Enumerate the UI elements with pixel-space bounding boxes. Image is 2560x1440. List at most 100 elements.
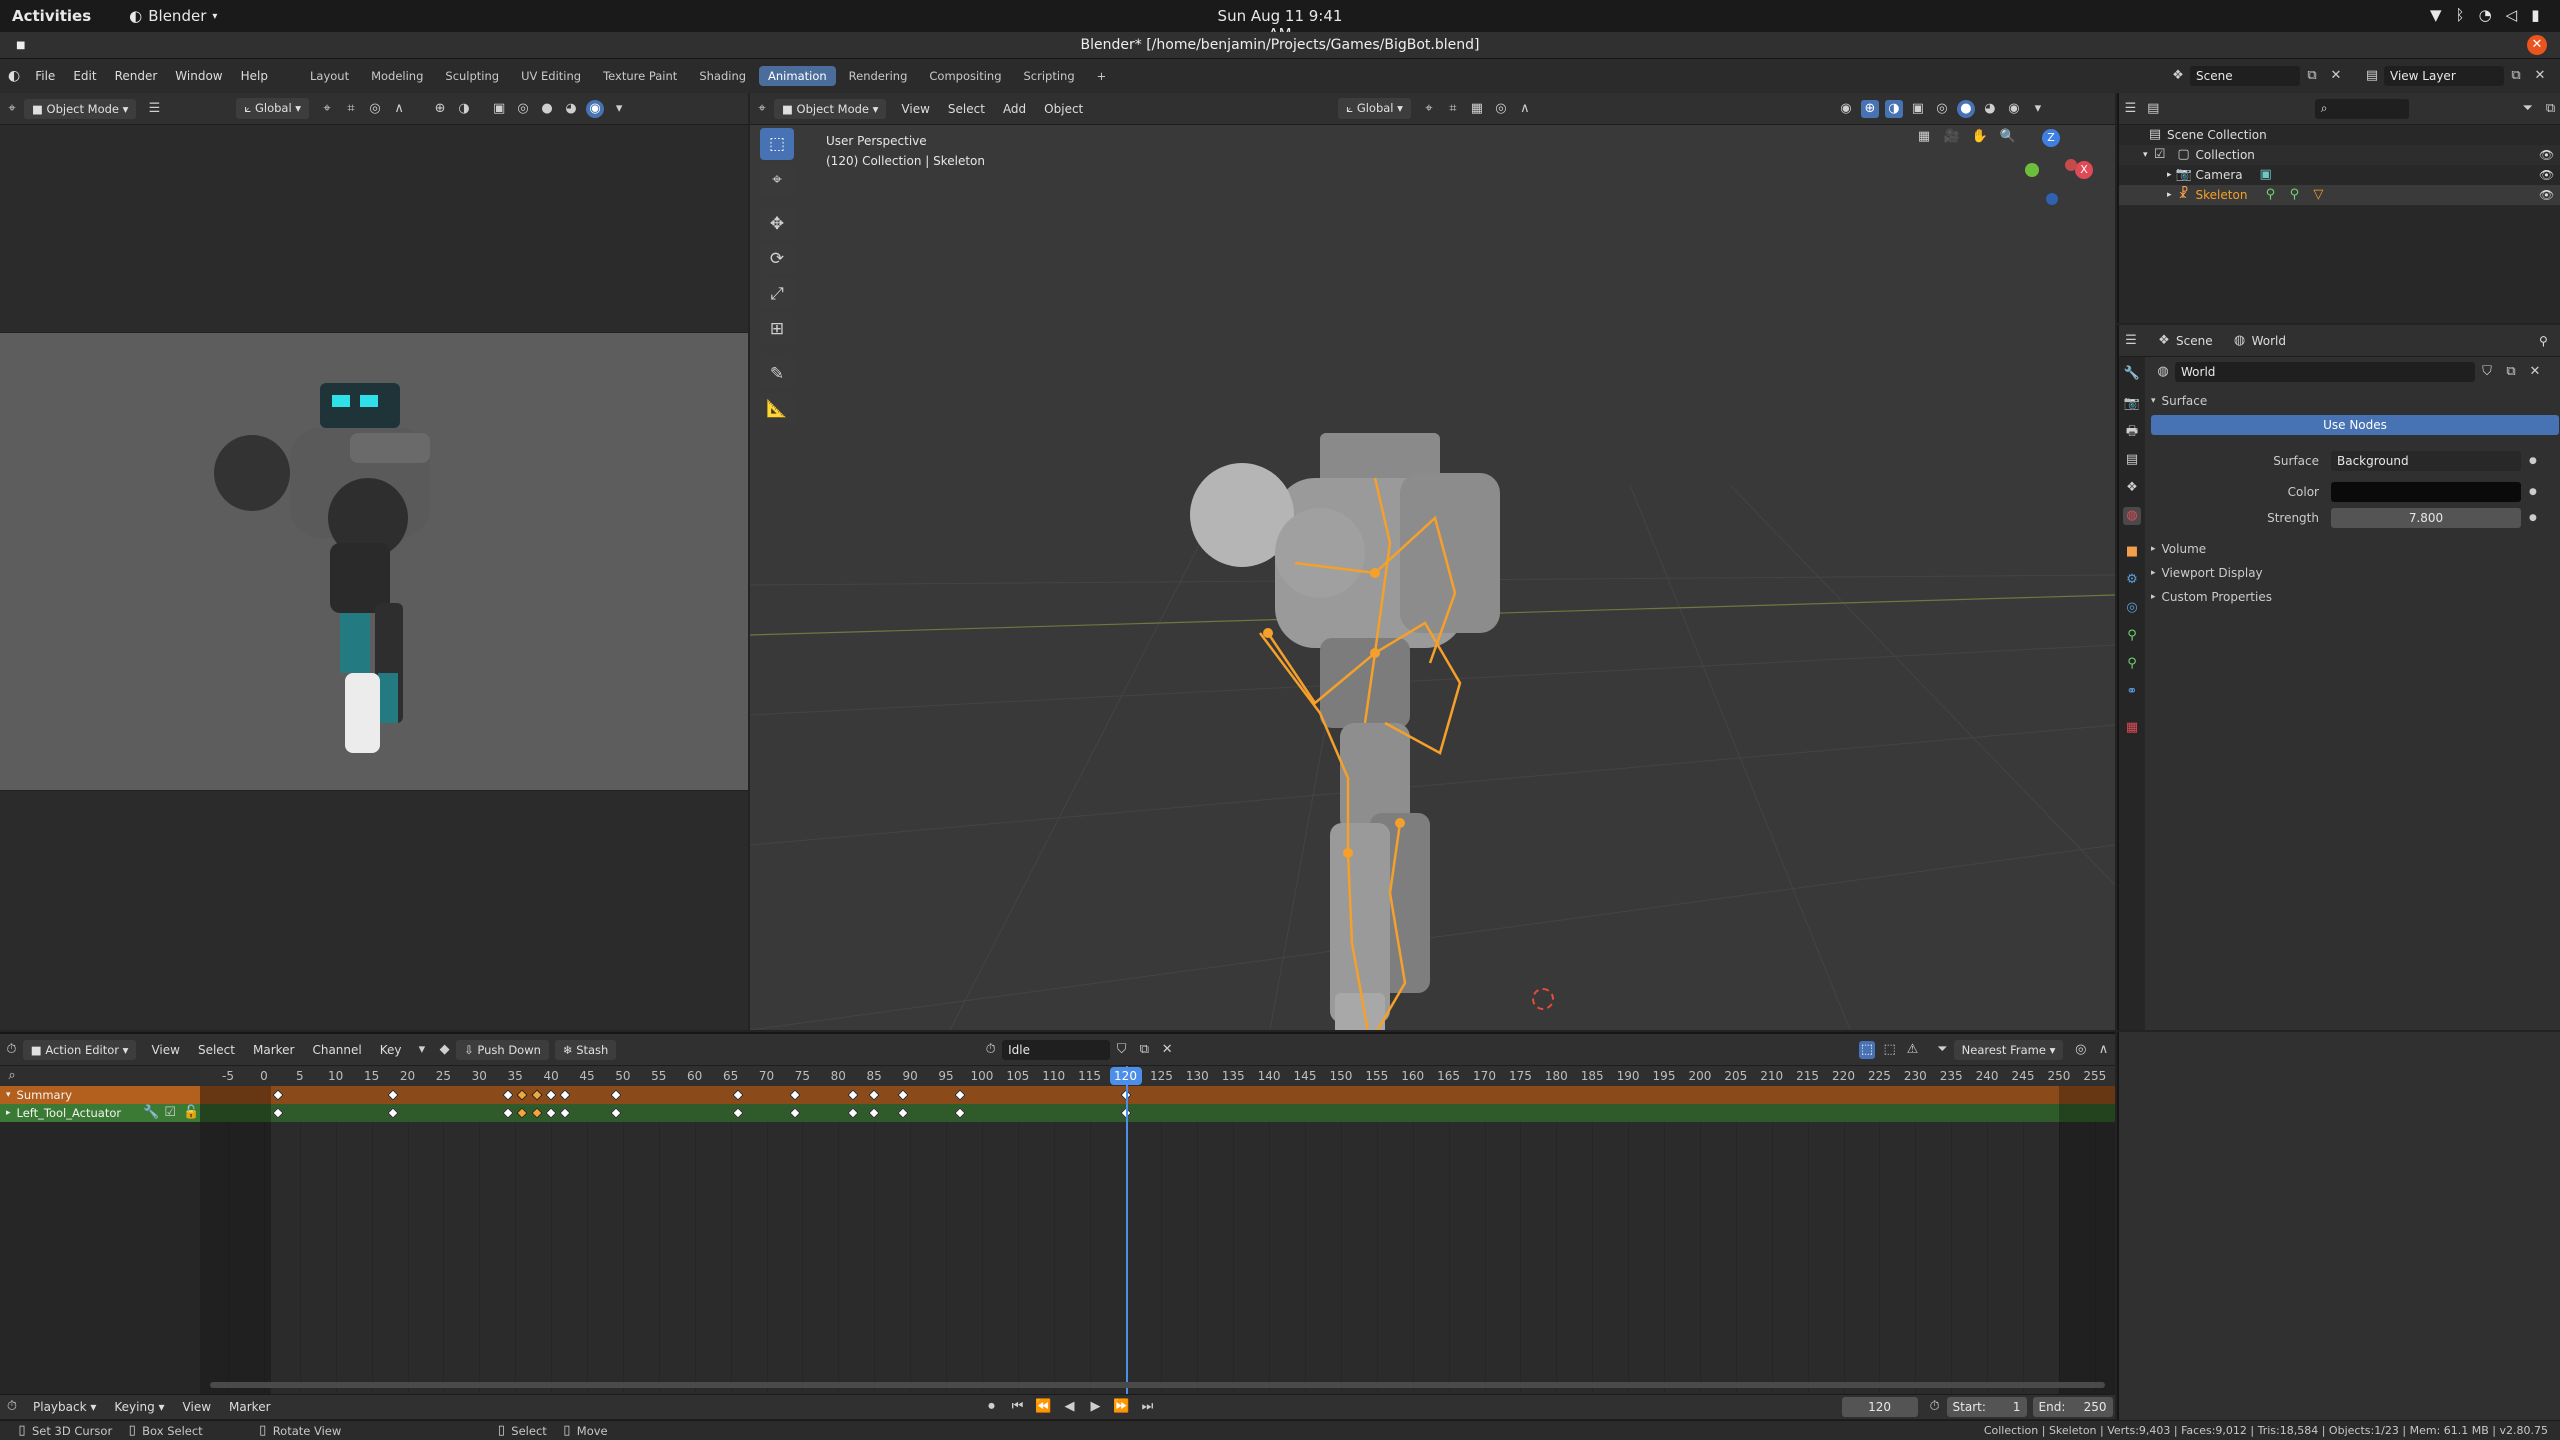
keyframe[interactable]: [516, 1107, 529, 1119]
keyframe[interactable]: [272, 1107, 284, 1119]
filter-icon[interactable]: ⏷: [1934, 1041, 1951, 1059]
playhead-line[interactable]: [1125, 1066, 1128, 1394]
falloff-icon[interactable]: ∧: [1516, 100, 1534, 118]
preview-range-icon[interactable]: ⏱: [1926, 1398, 1944, 1416]
menu-window[interactable]: Window: [166, 69, 231, 83]
keyframe[interactable]: [516, 1089, 529, 1101]
display-mode-icon[interactable]: ▤: [2145, 100, 2162, 118]
search-icon[interactable]: ⌕: [3, 1067, 21, 1085]
interpolation-icon[interactable]: ▾: [414, 1041, 431, 1059]
visibility-eye-icon[interactable]: 👁: [2539, 188, 2554, 202]
object-tab-icon[interactable]: ■: [2123, 543, 2141, 561]
editor-type-icon[interactable]: ☰: [2122, 100, 2139, 118]
camera-view-icon[interactable]: 🎥: [1943, 128, 1961, 146]
keyframe[interactable]: [610, 1089, 622, 1101]
hamburger-menu-icon[interactable]: ☰: [145, 100, 163, 118]
solid-shading-icon[interactable]: ●: [538, 100, 556, 118]
proportional-edit-icon[interactable]: ◎: [1492, 100, 1510, 118]
keyframe[interactable]: [387, 1107, 399, 1119]
frame-ruler[interactable]: -5 0 5 10 15 20 25 30 35 40 45 50 55 60 65 70 75 80 85 90 95…: [200, 1066, 2115, 1086]
keyframe[interactable]: [732, 1107, 744, 1119]
constraint-tab-icon[interactable]: ⚲: [2123, 627, 2141, 645]
scene-tab-icon[interactable]: ❖: [2123, 479, 2141, 497]
unlink-action-icon[interactable]: ✕: [1159, 1041, 1176, 1059]
transform-orientation-dropdown[interactable]: ⟀ Global ▾: [236, 98, 310, 119]
keyframe[interactable]: [545, 1089, 557, 1101]
only-errors-icon[interactable]: ⚠: [1904, 1041, 1921, 1059]
system-tray[interactable]: ▼ ᛒ ◔ ◁ ▮: [2430, 6, 2539, 24]
tab-shading[interactable]: Shading: [690, 66, 755, 86]
scene-field[interactable]: Scene: [2190, 66, 2300, 86]
keyframe[interactable]: [502, 1089, 514, 1101]
keyframe[interactable]: [559, 1107, 572, 1119]
only-selected-icon[interactable]: ⬚: [1858, 1040, 1876, 1059]
activities-button[interactable]: Activities: [12, 7, 91, 25]
gizmo-toggle-icon[interactable]: ⊕: [431, 100, 449, 118]
snap-icon[interactable]: ⌗: [342, 100, 360, 118]
filter-icon[interactable]: ⏷: [2519, 100, 2536, 118]
world-tab-icon[interactable]: ◍: [2123, 507, 2141, 525]
keyframe[interactable]: [868, 1107, 880, 1119]
menu-file[interactable]: File: [26, 69, 64, 83]
new-view-layer-icon[interactable]: ⧉: [2507, 67, 2525, 85]
keyframe-type-icon[interactable]: ◆: [436, 1041, 453, 1059]
keyframe[interactable]: [531, 1107, 543, 1119]
scale-tool[interactable]: ⤢: [760, 278, 794, 310]
keyframe[interactable]: [559, 1089, 572, 1101]
texture-tab-icon[interactable]: ▦: [2123, 719, 2141, 737]
gizmo-y-axis[interactable]: [2025, 163, 2039, 177]
editor-type-icon[interactable]: ⌖: [3, 100, 21, 118]
start-frame-field[interactable]: Start: 1: [1946, 1397, 2027, 1417]
overlay-toggle-icon[interactable]: ◑: [1884, 99, 1903, 118]
falloff-icon[interactable]: ∧: [2095, 1041, 2112, 1059]
new-world-icon[interactable]: ⧉: [2502, 363, 2520, 381]
tree-row-skeleton[interactable]: ▸ ☧ Skeleton ⚲ ⚲ ▽ 👁: [2119, 185, 2560, 205]
keyframe[interactable]: [846, 1089, 859, 1101]
remove-view-layer-icon[interactable]: ✕: [2531, 67, 2549, 85]
world-datablock-icon[interactable]: ◍: [2154, 363, 2172, 381]
tab-rendering[interactable]: Rendering: [840, 66, 917, 86]
wireframe-shading-icon[interactable]: ◎: [1933, 100, 1951, 118]
viewport-orientation-dropdown[interactable]: ⟀ Global ▾: [1338, 98, 1411, 119]
keyframe[interactable]: [502, 1107, 514, 1119]
tree-row-camera[interactable]: ▸ 📷 Camera ▣ 👁: [2119, 165, 2560, 185]
channel-summary[interactable]: ▾ Summary: [0, 1086, 200, 1104]
ae-menu-key[interactable]: Key: [371, 1043, 411, 1057]
gizmo-neg-x[interactable]: [2065, 159, 2077, 171]
overlay-toggle-icon[interactable]: ◑: [455, 100, 473, 118]
move-tool[interactable]: ✥: [760, 208, 794, 240]
timeline-menu-marker[interactable]: Marker: [220, 1400, 279, 1414]
expand-arrow-icon[interactable]: ▾: [6, 1090, 11, 1100]
3d-viewport[interactable]: ⌖ ■ Object Mode ▾ View Select Add Object…: [750, 93, 2115, 1030]
action-browse-icon[interactable]: ⏱: [982, 1041, 999, 1059]
show-hidden-icon[interactable]: ⬚: [1881, 1041, 1898, 1059]
link-dot-icon[interactable]: ●: [2529, 456, 2537, 466]
remove-scene-icon[interactable]: ✕: [2327, 67, 2345, 85]
outliner-search-input[interactable]: ⌕: [2314, 98, 2410, 119]
expand-arrow-icon[interactable]: ▸: [6, 1108, 11, 1118]
app-menu[interactable]: ◐ Blender ▾: [129, 7, 217, 25]
timeline-menu-keying[interactable]: Keying ▾: [105, 1400, 173, 1414]
ae-menu-channel[interactable]: Channel: [303, 1043, 370, 1057]
ae-menu-marker[interactable]: Marker: [244, 1043, 303, 1057]
visibility-icon[interactable]: ◉: [1837, 100, 1855, 118]
view-layer-field[interactable]: View Layer: [2384, 66, 2504, 86]
tab-layout[interactable]: Layout: [301, 66, 358, 86]
3d-cursor[interactable]: [1532, 988, 1554, 1010]
xray-icon[interactable]: ▣: [1909, 100, 1927, 118]
prev-keyframe-icon[interactable]: ⏪: [1035, 1398, 1053, 1416]
play-icon[interactable]: ▶: [1087, 1398, 1105, 1416]
link-dot-icon[interactable]: ●: [2529, 513, 2537, 523]
surface-shader-dropdown[interactable]: Background: [2331, 451, 2521, 471]
keyframe[interactable]: [545, 1107, 557, 1119]
ae-menu-select[interactable]: Select: [189, 1043, 244, 1057]
cursor-tool[interactable]: ⌖: [760, 164, 794, 196]
keyframe[interactable]: [272, 1089, 284, 1101]
keyframe[interactable]: [868, 1089, 880, 1101]
scene-selector[interactable]: ❖ Scene ⧉ ✕: [2166, 66, 2348, 86]
viewport-menu-object[interactable]: Object: [1035, 102, 1092, 116]
play-reverse-icon[interactable]: ◀: [1061, 1398, 1079, 1416]
gizmo-toggle-icon[interactable]: ⊕: [1860, 99, 1879, 118]
bone-tab-icon[interactable]: ⚭: [2123, 683, 2141, 701]
viewport-menu-select[interactable]: Select: [939, 102, 994, 116]
